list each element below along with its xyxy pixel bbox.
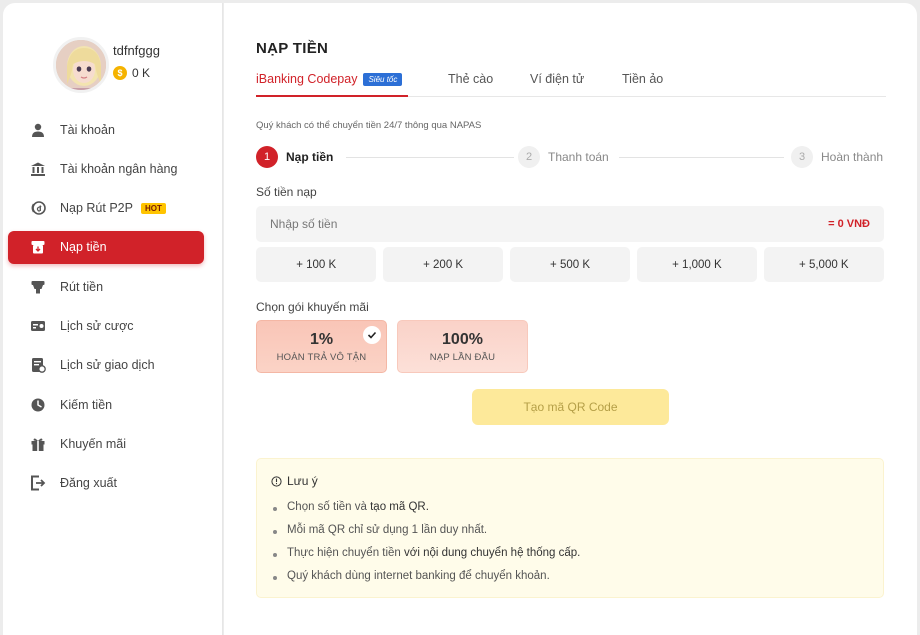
amount-field-wrapper: = 0 VNĐ: [256, 206, 884, 242]
quick-amount-5000k-button[interactable]: + 5,000 K: [763, 247, 885, 282]
earn-icon: [30, 397, 46, 413]
create-qr-code-button[interactable]: Tạo mã QR Code: [472, 389, 669, 425]
step-number: 1: [256, 146, 278, 168]
coin-icon: $: [113, 66, 127, 80]
bank-icon: [30, 161, 46, 177]
sidebar-item-label: Tài khoản: [60, 122, 115, 137]
sidebar-item-p2p[interactable]: ₫ Nạp Rút P2P HOT: [8, 192, 204, 225]
list-item: Chọn số tiền và tạo mã QR.: [272, 501, 580, 524]
sidebar-item-label: Lịch sử giao dịch: [60, 358, 155, 373]
progress-steps: 1 Nạp tiền 2 Thanh toán 3 Hoàn thành: [256, 146, 886, 168]
quick-amount-100k-button[interactable]: + 100 K: [256, 247, 377, 282]
deposit-tabs: iBanking Codepay Siêu tốc Thẻ cào Ví điện…: [256, 71, 886, 97]
step-number: 3: [791, 146, 813, 168]
step-label: Thanh toán: [548, 150, 609, 164]
quick-amount-500k-button[interactable]: + 500 K: [509, 247, 631, 282]
notice-list: Chọn số tiền và tạo mã QR. Mỗi mã QR chỉ…: [272, 501, 581, 593]
step-label: Nạp tiền: [286, 150, 334, 164]
sidebar-item-label: Lịch sử cược: [60, 318, 134, 333]
sidebar-item-deposit[interactable]: Nạp tiền: [8, 230, 204, 264]
speed-badge: Siêu tốc: [363, 73, 403, 86]
user-icon: [30, 122, 46, 138]
promo-text: NẠP LẦN ĐẦU: [429, 352, 496, 363]
sidebar-item-label: Đăng xuất: [60, 476, 117, 491]
quick-amount-200k-button[interactable]: + 200 K: [382, 247, 504, 282]
sidebar-item-account[interactable]: Tài khoản: [8, 113, 204, 146]
promo-label: Chọn gói khuyến mãi: [256, 300, 369, 314]
notice-text: Mỗi mã QR chỉ sử dụng 1 lần duy nhất.: [287, 524, 488, 536]
amount-input[interactable]: [270, 217, 670, 231]
sidebar-item-label: Khuyến mãi: [60, 436, 127, 451]
bet-history-icon: [30, 318, 46, 334]
napas-hint: Quý khách có thể chuyển tiền 24/7 thông …: [256, 120, 482, 131]
sidebar-item-bet-history[interactable]: Lịch sử cược: [8, 309, 204, 342]
sidebar-item-logout[interactable]: Đăng xuất: [8, 467, 204, 500]
promo-option-first-deposit[interactable]: 100% NẠP LẦN ĐẦU: [397, 320, 528, 373]
tab-crypto[interactable]: Tiền ảo: [622, 72, 663, 86]
gift-icon: [30, 436, 46, 452]
notice-box: Lưu ý Chọn số tiền và tạo mã QR. Mỗi mã …: [256, 458, 884, 598]
sidebar-item-withdraw[interactable]: Rút tiền: [8, 270, 204, 303]
promo-option-cashback[interactable]: 1% HOÀN TRẢ VÔ TẬN: [256, 320, 387, 373]
list-item: Mỗi mã QR chỉ sử dụng 1 lần duy nhất.: [272, 524, 580, 547]
notice-text: Thực hiện chuyển tiền: [287, 547, 405, 559]
notice-header: Lưu ý: [271, 474, 318, 488]
logout-icon: [30, 475, 46, 491]
app-frame: tdfnfggg $ 0 K Tài khoản Tài khoản ngân …: [0, 0, 920, 635]
tab-ibanking-codepay[interactable]: iBanking Codepay Siêu tốc: [256, 72, 403, 86]
tab-e-wallet[interactable]: Ví điện tử: [530, 72, 584, 86]
step-number: 2: [518, 146, 540, 168]
step-complete: 3 Hoàn thành: [791, 146, 884, 168]
balance-value: 0 K: [132, 66, 151, 80]
step-payment: 2 Thanh toán: [518, 146, 609, 168]
step-connector: [346, 157, 514, 158]
notice-emphasis: tạo mã QR.: [370, 501, 429, 513]
promo-percent: 100%: [442, 331, 483, 348]
list-item: Quý khách dùng internet banking để chuyể…: [272, 570, 580, 593]
tab-label: iBanking Codepay: [256, 72, 358, 86]
active-tab-underline: [256, 95, 408, 97]
step-connector: [619, 157, 784, 158]
username: tdfnfggg: [113, 43, 160, 58]
sidebar-item-label: Tài khoản ngân hàng: [60, 161, 178, 176]
hot-badge: HOT: [140, 202, 166, 214]
check-icon: [363, 326, 381, 344]
sidebar-item-bank-account[interactable]: Tài khoản ngân hàng: [8, 152, 204, 185]
transaction-history-icon: [30, 357, 46, 374]
sidebar-item-label: Nạp tiền: [60, 240, 107, 255]
page-title: NẠP TIỀN: [256, 40, 329, 57]
step-label: Hoàn thành: [821, 150, 884, 164]
notice-text: Chọn số tiền và: [287, 501, 371, 513]
amount-label: Số tiền nạp: [256, 185, 317, 199]
sidebar-item-transaction-history[interactable]: Lịch sử giao dịch: [8, 349, 204, 382]
svg-text:₫: ₫: [37, 205, 42, 213]
sidebar-item-label: Nạp Rút P2P: [60, 201, 133, 216]
list-item: Thực hiện chuyển tiền với nội dung chuyể…: [272, 547, 581, 570]
sidebar-item-label: Kiếm tiền: [60, 397, 113, 412]
sidebar-nav: Tài khoản Tài khoản ngân hàng ₫ Nạp Rút …: [8, 113, 204, 506]
quick-amount-1000k-button[interactable]: + 1,000 K: [636, 247, 758, 282]
withdraw-icon: [30, 279, 46, 295]
sidebar-item-label: Rút tiền: [60, 279, 104, 294]
info-icon: [271, 475, 282, 487]
p2p-coin-icon: ₫: [30, 200, 46, 216]
sidebar-item-earn[interactable]: Kiếm tiền: [8, 388, 204, 421]
sidebar: tdfnfggg $ 0 K Tài khoản Tài khoản ngân …: [3, 3, 223, 635]
sidebar-item-promotion[interactable]: Khuyến mãi: [8, 427, 204, 460]
main-panel: NẠP TIỀN iBanking Codepay Siêu tốc Thẻ cà…: [224, 3, 917, 635]
deposit-icon: [30, 239, 46, 255]
step-deposit: 1 Nạp tiền: [256, 146, 334, 168]
converted-amount: = 0 VNĐ: [828, 218, 870, 230]
tab-scratch-card[interactable]: Thẻ cào: [448, 72, 493, 86]
quick-amount-buttons: + 100 K + 200 K + 500 K + 1,000 K + 5,00…: [256, 247, 885, 282]
balance: $ 0 K: [113, 66, 150, 80]
promo-text: HOÀN TRẢ VÔ TẬN: [276, 352, 367, 363]
notice-emphasis: với nội dung chuyển hệ thống cấp.: [404, 547, 581, 559]
notice-title: Lưu ý: [287, 474, 318, 488]
notice-text: Quý khách dùng internet banking để chuyể…: [287, 570, 550, 582]
avatar[interactable]: [53, 37, 109, 93]
